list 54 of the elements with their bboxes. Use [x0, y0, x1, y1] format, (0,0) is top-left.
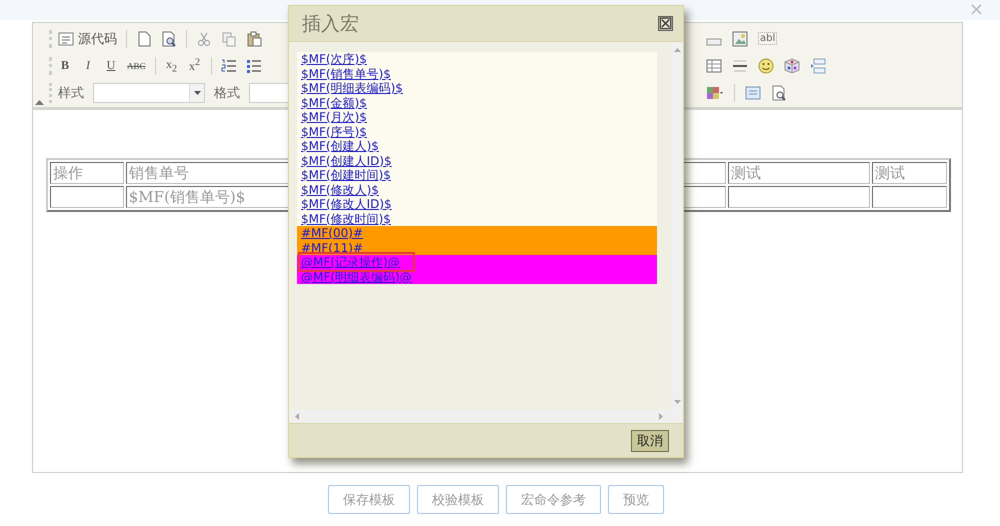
macro-link[interactable]: $MF(次序)$ [297, 52, 657, 66]
blank-page-icon[interactable] [136, 30, 152, 46]
clipboard-icon[interactable] [246, 30, 262, 46]
strike-button[interactable]: ABC [127, 60, 146, 70]
scroll-up-icon[interactable] [674, 48, 680, 52]
macro-link[interactable]: $MF(月次)$ [297, 110, 657, 124]
table-header-cell: 测试 [728, 162, 870, 184]
macro-link[interactable]: $MF(金额)$ [297, 96, 657, 110]
smiley-icon[interactable] [758, 58, 774, 74]
color-palette-icon[interactable] [706, 84, 724, 100]
cube-icon[interactable] [784, 58, 800, 74]
macro-link[interactable]: #MF(00)# [297, 226, 657, 240]
document-icon [58, 30, 74, 46]
bullet-list-icon[interactable] [246, 58, 262, 74]
numbered-list-icon[interactable] [220, 58, 237, 74]
scroll-left-icon[interactable] [295, 413, 299, 420]
select-field[interactable] [249, 82, 291, 102]
table-icon[interactable] [706, 58, 722, 74]
image-icon[interactable] [732, 30, 748, 46]
macro-link[interactable]: $MF(销售单号)$ [297, 66, 657, 81]
horizontal-scrollbar[interactable] [289, 410, 683, 423]
select-field[interactable] [93, 82, 205, 102]
dialog-title: 插入宏 [302, 12, 359, 36]
page-magnifier-icon[interactable] [161, 30, 177, 46]
macro-link[interactable]: $MF(修改时间)$ [297, 212, 657, 226]
text-field-icon[interactable]: abl [758, 32, 778, 45]
script-button[interactable]: x$^{2}$ [188, 57, 202, 74]
scroll-down-icon[interactable] [674, 400, 680, 404]
macro-link[interactable]: $MF(明细表编码)$ [297, 81, 657, 96]
macro-link[interactable]: $MF(创建人ID)$ [297, 154, 657, 168]
copy-icon[interactable] [221, 30, 237, 46]
horizontal-rule-icon[interactable] [732, 58, 748, 74]
table-header-cell: 操作 [50, 162, 124, 184]
bold-button[interactable]: B [58, 58, 72, 73]
toolbar-label: 格式 [214, 84, 240, 102]
scissors-icon[interactable] [196, 30, 212, 46]
macro-link[interactable]: $MF(序号)$ [297, 124, 657, 139]
window-icon[interactable] [745, 84, 761, 100]
macro-link[interactable]: $MF(创建时间)$ [297, 168, 657, 182]
close-button[interactable]: ⊠ [658, 16, 673, 31]
script-button[interactable]: x$_{2}$ [164, 56, 179, 74]
cancel-button[interactable]: 取消 [631, 430, 669, 452]
underline-button[interactable]: U [104, 58, 118, 73]
collapse-arrow-icon[interactable] [35, 100, 44, 105]
dropdown-arrow-icon[interactable] [194, 90, 200, 94]
vertical-scrollbar[interactable] [671, 42, 683, 410]
toolbar-label: 样式 [58, 84, 84, 102]
italic-button[interactable]: I [81, 58, 95, 73]
page-break-icon[interactable] [810, 58, 826, 74]
scroll-right-icon[interactable] [659, 413, 663, 420]
source-code-button[interactable]: 源代码 [58, 30, 117, 48]
macro-link[interactable]: $MF(创建人)$ [297, 139, 657, 154]
page-magnifier-icon[interactable] [771, 84, 787, 100]
table-header-cell: 测试 [872, 162, 947, 184]
